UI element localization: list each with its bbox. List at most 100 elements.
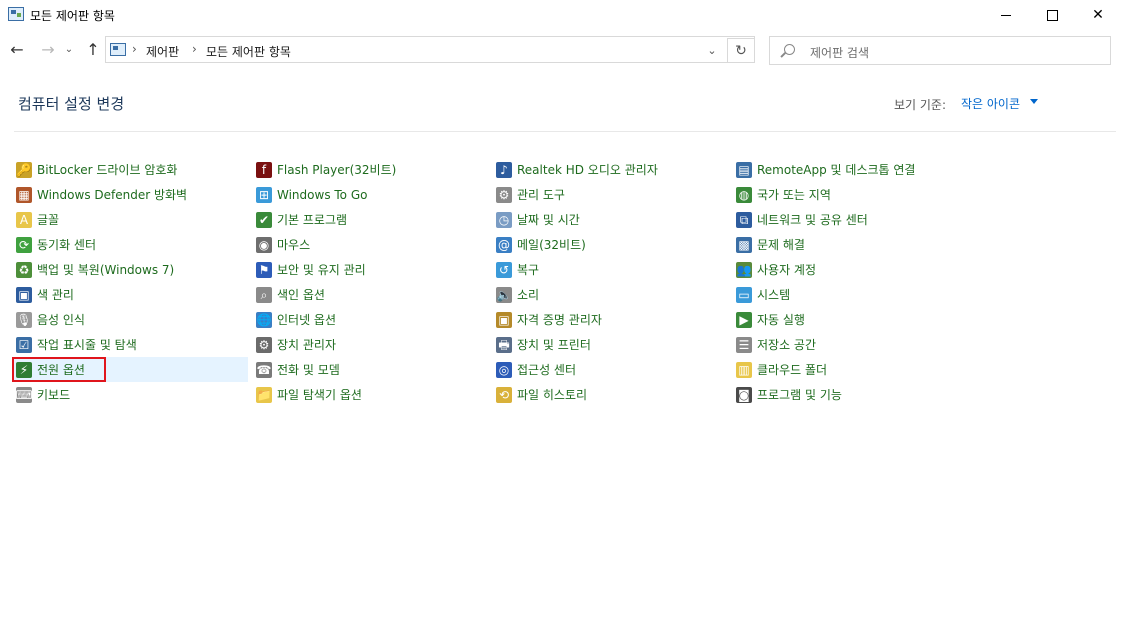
control-panel-item-label: Realtek HD 오디오 관리자 [517,163,658,177]
refresh-button[interactable]: ↻ [727,38,755,63]
file-history-icon: ⟲ [496,386,512,403]
internet-options-icon: 🌐 [256,311,272,328]
control-panel-item[interactable]: 📁 파일 탐색기 옵션 [252,382,488,407]
control-panel-item-label: 시스템 [757,288,791,302]
control-panel-item[interactable]: ▣ 자격 증명 관리자 [492,307,728,332]
control-panel-item[interactable]: ✔ 기본 프로그램 [252,207,488,232]
control-panel-item[interactable]: ⟲ 파일 히스토리 [492,382,728,407]
control-panel-item[interactable]: ⚙ 장치 관리자 [252,332,488,357]
control-panel-item[interactable]: ⌨ 키보드 [12,382,248,407]
mail-icon: @ [496,236,512,253]
control-panel-item[interactable]: ☰ 저장소 공간 [732,332,968,357]
control-panel-icon [8,7,24,21]
control-panel-item-label: 문제 해결 [757,238,805,252]
date-time-icon: ◷ [496,211,512,228]
control-panel-item[interactable]: f Flash Player(32비트) [252,157,488,182]
control-panel-item[interactable]: ▭ 시스템 [732,282,968,307]
control-panel-item[interactable]: ▥ 클라우드 폴더 [732,357,968,382]
control-panel-item[interactable]: 🔑 BitLocker 드라이브 암호화 [12,157,248,182]
search-icon [784,44,795,55]
control-panel-item-label: 파일 탐색기 옵션 [277,388,362,402]
control-panel-item-label: 클라우드 폴더 [757,363,828,377]
control-panel-item[interactable]: ☑ 작업 표시줄 및 탐색 [12,332,248,357]
control-panel-item[interactable]: ▦ Windows Defender 방화벽 [12,182,248,207]
storage-spaces-icon: ☰ [736,336,752,353]
address-history-button[interactable]: ⌄ [701,41,723,59]
control-panel-item[interactable]: ⚡ 전원 옵션 [12,357,248,382]
control-panel-item[interactable]: ⚑ 보안 및 유지 관리 [252,257,488,282]
control-panel-item-label: 작업 표시줄 및 탐색 [37,338,137,352]
back-button[interactable]: ← [6,38,28,60]
recovery-icon: ↺ [496,261,512,278]
system-icon: ▭ [736,286,752,303]
breadcrumb-all-items[interactable]: 모든 제어판 항목 [206,43,291,60]
mouse-icon: ◉ [256,236,272,253]
control-panel-item-label: RemoteApp 및 데스크톱 연결 [757,163,916,177]
troubleshooting-icon: ▩ [736,236,752,253]
control-panel-item[interactable]: ▣ 색 관리 [12,282,248,307]
control-panel-item[interactable]: ◍ 국가 또는 지역 [732,182,968,207]
breadcrumb-control-panel[interactable]: 제어판 [146,43,179,60]
control-panel-item[interactable]: 🎙 음성 인식 [12,307,248,332]
control-panel-item-label: 마우스 [277,238,311,252]
control-panel-item[interactable]: ⊞ Windows To Go [252,182,488,207]
control-panel-item[interactable]: ♪ Realtek HD 오디오 관리자 [492,157,728,182]
fonts-icon: A [16,211,32,228]
control-panel-item[interactable]: ⚙ 관리 도구 [492,182,728,207]
recent-locations-button[interactable]: ⌄ [62,38,76,60]
control-panel-item[interactable]: ◉ 마우스 [252,232,488,257]
control-panel-item[interactable]: 👥 사용자 계정 [732,257,968,282]
chevron-down-icon: ⌄ [707,43,717,57]
control-panel-item[interactable]: ⌕ 색인 옵션 [252,282,488,307]
up-button[interactable]: ↑ [82,38,104,60]
control-panel-item-label: BitLocker 드라이브 암호화 [37,163,178,177]
highlight-box [12,357,106,382]
control-panel-item[interactable]: ▩ 문제 해결 [732,232,968,257]
backup-icon: ♻ [16,261,32,278]
control-panel-item-label: 보안 및 유지 관리 [277,263,366,277]
control-panel-item[interactable]: ◷ 날짜 및 시간 [492,207,728,232]
forward-button[interactable]: → [37,38,59,60]
minimize-button[interactable] [983,0,1029,30]
control-panel-item[interactable]: 🔈 소리 [492,282,728,307]
control-panel-item[interactable]: ☎ 전화 및 모뎀 [252,357,488,382]
device-manager-icon: ⚙ [256,336,272,353]
caret-down-icon[interactable] [1030,99,1038,104]
control-panel-item[interactable]: @ 메일(32비트) [492,232,728,257]
control-panel-item-label: 국가 또는 지역 [757,188,831,202]
control-panel-item[interactable]: 🖶 장치 및 프린터 [492,332,728,357]
address-bar[interactable]: › 제어판 › 모든 제어판 항목 ⌄ [105,36,755,63]
control-panel-item[interactable]: ♻ 백업 및 복원(Windows 7) [12,257,248,282]
control-panel-item-label: 색 관리 [37,288,74,302]
control-panel-item-label: 장치 및 프린터 [517,338,591,352]
realtek-audio-icon: ♪ [496,161,512,178]
control-panel-item[interactable]: ⟳ 동기화 센터 [12,232,248,257]
keyboard-icon: ⌨ [15,386,33,403]
control-panel-item-label: 저장소 공간 [757,338,817,352]
control-panel-item[interactable]: 🌐 인터넷 옵션 [252,307,488,332]
control-panel-item[interactable]: ◙ 프로그램 및 기능 [732,382,968,407]
windows-to-go-icon: ⊞ [256,186,272,203]
control-panel-item[interactable]: A 글꼴 [12,207,248,232]
control-panel-item[interactable]: ⧉ 네트워크 및 공유 센터 [732,207,968,232]
arrow-right-icon: → [41,39,55,59]
control-panel-item-label: 메일(32비트) [517,238,586,252]
default-programs-icon: ✔ [256,211,272,228]
items-column-3: ♪ Realtek HD 오디오 관리자 ⚙ 관리 도구 ◷ 날짜 및 시간 @ 메일(32비… [492,157,728,407]
maximize-button[interactable] [1029,0,1075,30]
view-by-label: 보기 기준: [894,98,947,112]
view-by-dropdown[interactable]: 작은 아이콘 [961,95,1020,112]
microphone-icon: 🎙 [16,311,32,328]
taskbar-icon: ☑ [16,336,32,353]
control-panel-item[interactable]: ↺ 복구 [492,257,728,282]
items-column-2: f Flash Player(32비트) ⊞ Windows To Go ✔ 기본 프로그… [252,157,488,407]
control-panel-item-label: 전화 및 모뎀 [277,363,340,377]
control-panel-item[interactable]: ▶ 자동 실행 [732,307,968,332]
control-panel-item[interactable]: ◎ 접근성 센터 [492,357,728,382]
control-panel-item[interactable]: ▤ RemoteApp 및 데스크톱 연결 [732,157,968,182]
chevron-down-icon: ⌄ [64,43,74,55]
close-button[interactable]: ✕ [1075,0,1121,30]
search-input[interactable]: 제어판 검색 [769,36,1111,65]
control-panel-item-label: 자동 실행 [757,313,805,327]
control-panel-item-label: 색인 옵션 [277,288,325,302]
